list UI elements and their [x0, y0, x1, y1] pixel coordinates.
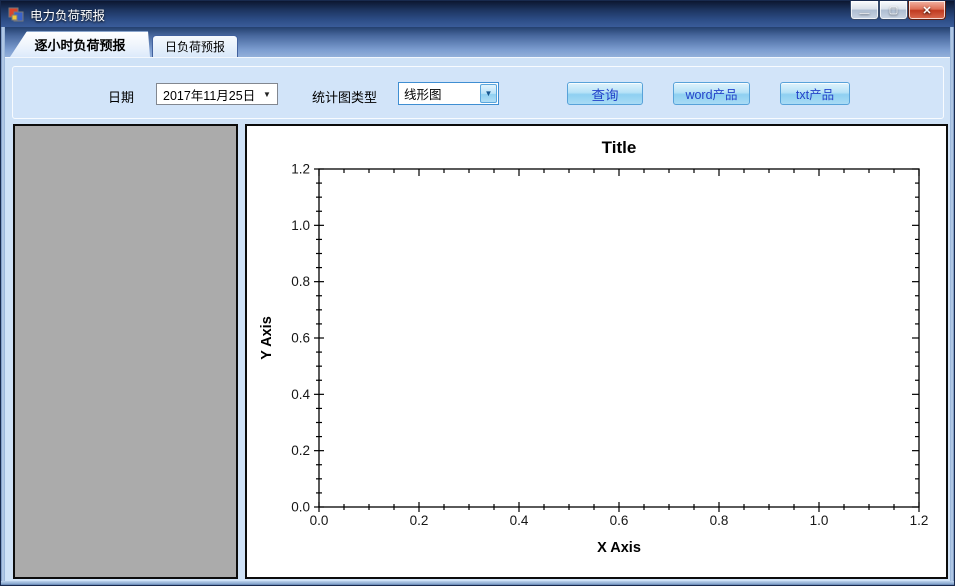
window-frame-left [1, 27, 5, 585]
titlebar[interactable]: 电力负荷预报 — ▢ ✕ [1, 1, 954, 27]
chart-canvas: 0.0 0.2 0.4 0.6 0.8 1.0 1.2 0.0 0.2 0.4 0.6 0.8 1.0 1… [259, 138, 929, 556]
chart-type-label: 统计图类型 [312, 90, 378, 105]
window-frame-right [950, 27, 954, 585]
window-controls: — ▢ ✕ [850, 1, 946, 20]
svg-text:0.4: 0.4 [510, 513, 529, 528]
close-icon: ✕ [922, 4, 932, 17]
minimize-button[interactable]: — [850, 1, 879, 20]
svg-text:Y Axis: Y Axis [259, 316, 275, 360]
window-title: 电力负荷预报 [30, 8, 106, 23]
svg-text:1.2: 1.2 [291, 162, 310, 177]
svg-text:0.8: 0.8 [291, 274, 310, 289]
date-picker[interactable]: 2017年11月25日 ▼ [156, 83, 278, 105]
chart-panel: 0.0 0.2 0.4 0.6 0.8 1.0 1.2 0.0 0.2 0.4 0.6 0.8 1.0 1… [245, 124, 948, 579]
svg-text:X Axis: X Axis [597, 540, 641, 556]
maximize-icon: ▢ [888, 4, 899, 16]
date-label: 日期 [108, 90, 135, 105]
svg-text:0.0: 0.0 [291, 500, 310, 515]
svg-text:0.8: 0.8 [710, 513, 729, 528]
svg-text:0.2: 0.2 [291, 443, 310, 458]
date-picker-value: 2017年11月25日 [163, 88, 256, 103]
query-button[interactable]: 查询 [567, 82, 643, 105]
svg-text:1.0: 1.0 [291, 218, 310, 233]
svg-text:0.6: 0.6 [291, 331, 310, 346]
app-window: 电力负荷预报 — ▢ ✕ 逐小时负荷预报 日负荷预报 日期 2017年11月25… [0, 0, 955, 586]
word-export-button[interactable]: word产品 [673, 82, 750, 105]
tab-strip: 逐小时负荷预报 日负荷预报 [2, 27, 953, 57]
date-picker-dropdown-icon[interactable]: ▼ [259, 84, 275, 104]
minimize-icon: — [859, 7, 870, 19]
maximize-button[interactable]: ▢ [879, 1, 908, 20]
chart-type-value: 线形图 [404, 88, 442, 102]
svg-text:1.2: 1.2 [910, 513, 929, 528]
chart-type-combobox[interactable]: 线形图 ▼ [398, 82, 499, 105]
window-frame-bottom [1, 581, 954, 585]
svg-text:0.4: 0.4 [291, 387, 310, 402]
svg-text:Title: Title [602, 138, 637, 157]
svg-text:0.6: 0.6 [610, 513, 629, 528]
tab-daily-load-forecast[interactable]: 日负荷预报 [152, 35, 238, 57]
svg-text:1.0: 1.0 [810, 513, 829, 528]
svg-text:0.0: 0.0 [310, 513, 329, 528]
tab-page: 日期 2017年11月25日 ▼ 统计图类型 线形图 ▼ 查询 word产品 t… [5, 57, 950, 581]
txt-export-button[interactable]: txt产品 [780, 82, 850, 105]
left-panel [13, 124, 238, 579]
tab-hourly-load-forecast[interactable]: 逐小时负荷预报 [10, 31, 150, 57]
close-button[interactable]: ✕ [908, 1, 946, 20]
svg-text:0.2: 0.2 [410, 513, 429, 528]
combo-dropdown-icon[interactable]: ▼ [480, 84, 497, 103]
app-icon [8, 6, 24, 22]
